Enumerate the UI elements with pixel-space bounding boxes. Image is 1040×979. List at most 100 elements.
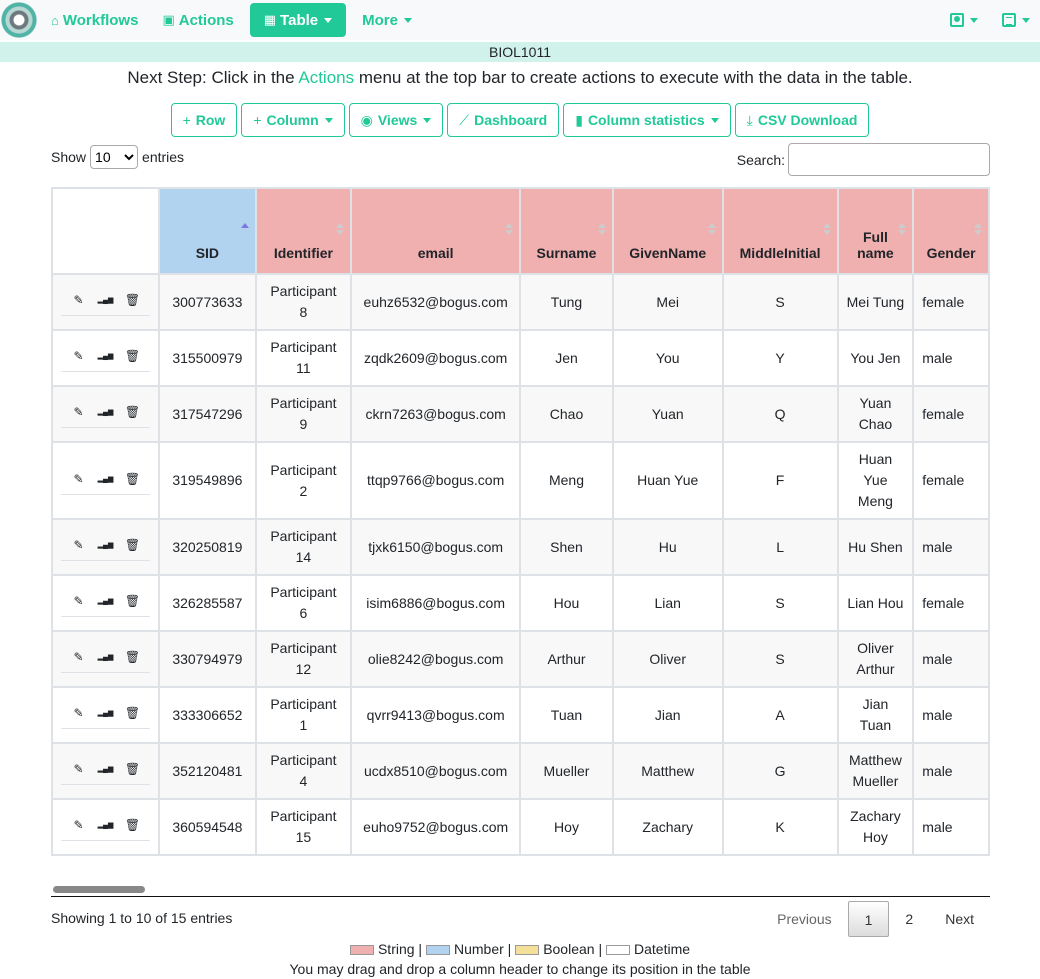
table-row: ✎ ▂▄▆ 🗑 300773633 Participant 8 euhz6532@bogu…: [51, 273, 990, 331]
column-statistics-button[interactable]: ▮ Column statistics: [563, 103, 731, 137]
edit-icon[interactable]: ✎: [65, 346, 92, 367]
logo[interactable]: [1, 2, 37, 38]
column-header[interactable]: email: [350, 187, 522, 275]
delete-icon[interactable]: 🗑: [119, 759, 146, 780]
delete-icon[interactable]: 🗑: [119, 402, 146, 423]
number-swatch: [425, 945, 450, 956]
next-page-button[interactable]: Next: [929, 901, 990, 937]
row-operations: ✎ ▂▄▆ 🗑: [51, 630, 160, 688]
table-cell: Oliver Arthur: [836, 630, 915, 688]
page-length-select[interactable]: 10: [90, 145, 139, 169]
column-header[interactable]: Gender: [912, 187, 990, 275]
table-cell: Hu: [611, 518, 724, 576]
table-cell: male: [912, 686, 990, 744]
row-operations: ✎ ▂▄▆ 🗑: [51, 798, 160, 856]
nav-more[interactable]: More: [350, 3, 424, 37]
delete-icon[interactable]: 🗑: [119, 815, 146, 836]
table-cell: S: [721, 273, 839, 331]
page-2-button[interactable]: 2: [889, 901, 929, 937]
table-cell: Lian Hou: [836, 574, 915, 632]
column-header[interactable]: Identifier: [254, 187, 353, 275]
table-cell: Jian: [611, 686, 724, 744]
actions-link[interactable]: Actions: [298, 68, 354, 87]
delete-icon[interactable]: 🗑: [119, 647, 146, 668]
table-cell: tjxk6150@bogus.com: [350, 518, 522, 576]
stats-icon[interactable]: ▂▄▆: [92, 346, 119, 367]
table-cell: ttqp9766@bogus.com: [350, 441, 522, 520]
horizontal-scrollbar[interactable]: [53, 886, 145, 893]
stats-icon[interactable]: ▂▄▆: [92, 759, 119, 780]
delete-icon[interactable]: 🗑: [119, 535, 146, 556]
datetime-swatch: [606, 945, 630, 956]
delete-icon[interactable]: 🗑: [119, 703, 146, 724]
table-row: ✎ ▂▄▆ 🗑 317547296 Participant 9 ckrn7263@bogu…: [51, 385, 990, 443]
delete-icon[interactable]: 🗑: [119, 469, 146, 490]
table-cell: 330794979: [158, 630, 257, 688]
csv-download-button[interactable]: ⤓ CSV Download: [734, 103, 870, 137]
edit-icon[interactable]: ✎: [65, 703, 92, 724]
sort-icon: [898, 223, 907, 237]
delete-icon[interactable]: 🗑: [119, 290, 146, 311]
column-header[interactable]: SID: [158, 187, 257, 275]
row-operations: ✎ ▂▄▆ 🗑: [51, 385, 160, 443]
stats-icon[interactable]: ▂▄▆: [92, 815, 119, 836]
row-operations: ✎ ▂▄▆ 🗑: [51, 329, 160, 387]
table-cell: You Jen: [836, 329, 915, 387]
table-cell: Q: [721, 385, 839, 443]
table-cell: 352120481: [158, 742, 257, 800]
table-cell: Matthew: [611, 742, 724, 800]
docs-menu[interactable]: [1002, 13, 1030, 27]
table-cell: Matthew Mueller: [836, 742, 915, 800]
table-cell: 326285587: [158, 574, 257, 632]
column-header[interactable]: Full name: [836, 187, 915, 275]
table-cell: F: [721, 441, 839, 520]
stats-icon[interactable]: ▂▄▆: [92, 647, 119, 668]
nav-actions[interactable]: ▣ Actions: [150, 3, 245, 37]
edit-icon[interactable]: ✎: [65, 759, 92, 780]
edit-icon[interactable]: ✎: [65, 402, 92, 423]
course-name: BIOL1011: [0, 42, 1040, 62]
nav-workflows[interactable]: ⌂ Workflows: [39, 3, 150, 37]
stats-icon[interactable]: ▂▄▆: [92, 402, 119, 423]
table-cell: 333306652: [158, 686, 257, 744]
edit-icon[interactable]: ✎: [65, 535, 92, 556]
views-button[interactable]: ◉ Views: [348, 103, 444, 137]
add-column-button[interactable]: + Column: [241, 103, 345, 137]
stats-icon[interactable]: ▂▄▆: [92, 703, 119, 724]
edit-icon[interactable]: ✎: [65, 591, 92, 612]
edit-icon[interactable]: ✎: [65, 647, 92, 668]
table-cell: 317547296: [158, 385, 257, 443]
stats-icon[interactable]: ▂▄▆: [92, 469, 119, 490]
table-cell: Yuan: [611, 385, 724, 443]
page-1-button[interactable]: 1: [847, 901, 890, 937]
table-cell: 320250819: [158, 518, 257, 576]
stats-icon[interactable]: ▂▄▆: [92, 535, 119, 556]
user-icon: [950, 13, 964, 27]
previous-page-button[interactable]: Previous: [761, 901, 847, 937]
edit-icon[interactable]: ✎: [65, 815, 92, 836]
table-cell: K: [721, 798, 839, 856]
sort-icon: [336, 223, 345, 237]
table-cell: male: [912, 329, 990, 387]
user-menu[interactable]: [950, 13, 978, 27]
column-header[interactable]: Surname: [519, 187, 614, 275]
delete-icon[interactable]: 🗑: [119, 591, 146, 612]
add-row-button[interactable]: + Row: [170, 103, 238, 137]
search-input[interactable]: [788, 143, 990, 176]
table-cell: Arthur: [519, 630, 614, 688]
table-cell: Jian Tuan: [836, 686, 915, 744]
edit-icon[interactable]: ✎: [65, 290, 92, 311]
dashboard-button[interactable]: ⟋ Dashboard: [447, 103, 560, 137]
sort-icon: [505, 223, 514, 237]
stats-icon[interactable]: ▂▄▆: [92, 591, 119, 612]
column-header[interactable]: MiddleInitial: [721, 187, 839, 275]
table-cell: 319549896: [158, 441, 257, 520]
delete-icon[interactable]: 🗑: [119, 346, 146, 367]
nav-table[interactable]: ▦ Table: [249, 3, 347, 37]
column-header[interactable]: GivenName: [611, 187, 724, 275]
data-table: SID Identifier email Surname GivenName Middle…: [51, 187, 990, 897]
stats-icon[interactable]: ▂▄▆: [92, 290, 119, 311]
table-cell: male: [912, 518, 990, 576]
edit-icon[interactable]: ✎: [65, 469, 92, 490]
search-control: Search:: [737, 143, 990, 176]
